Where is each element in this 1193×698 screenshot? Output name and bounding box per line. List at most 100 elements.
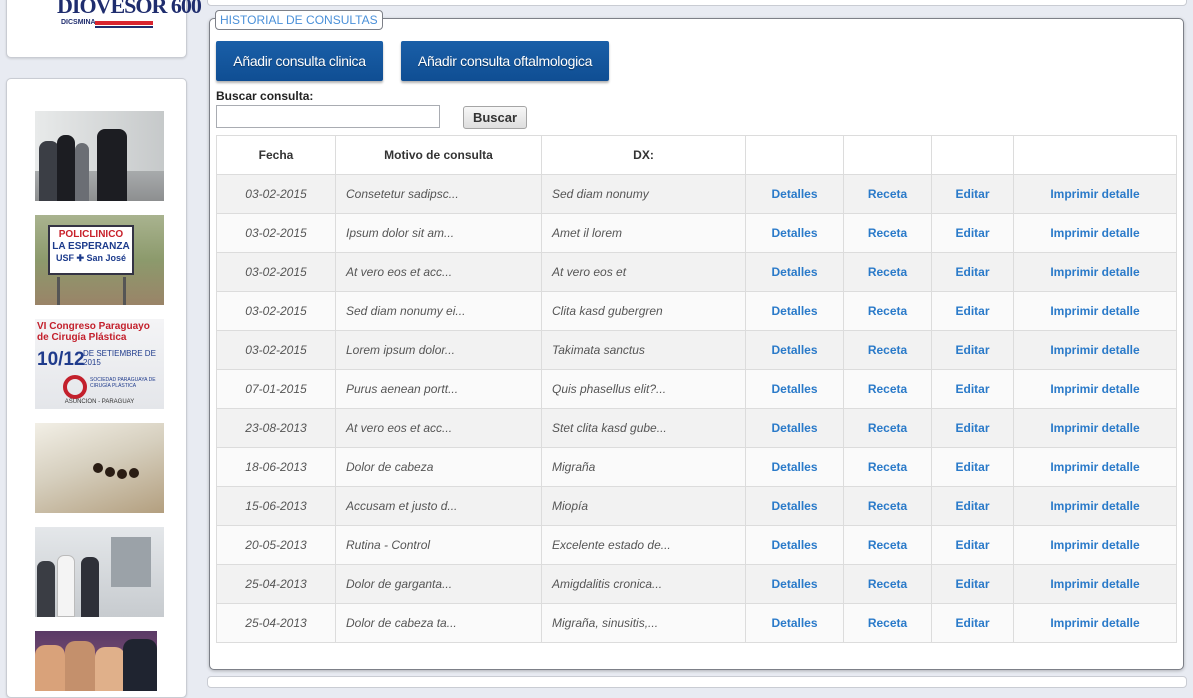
cell-action: Detalles — [745, 330, 844, 370]
photo-needles[interactable] — [35, 423, 164, 513]
cell-dx: Migraña, sinusitis,... — [541, 603, 746, 643]
receta-link[interactable]: Receta — [868, 187, 907, 201]
cell-action: Receta — [843, 213, 932, 253]
cell-fecha: 23-08-2013 — [216, 408, 336, 448]
top-panel-edge — [207, 0, 1187, 6]
editar-link[interactable]: Editar — [955, 499, 989, 513]
editar-link[interactable]: Editar — [955, 382, 989, 396]
cell-motivo: Consetetur sadipsc... — [335, 174, 542, 214]
cell-action: Detalles — [745, 603, 844, 643]
add-clinical-consult-button[interactable]: Añadir consulta clinica — [216, 41, 383, 81]
detalles-link[interactable]: Detalles — [771, 421, 817, 435]
imprimir-detalle-link[interactable]: Imprimir detalle — [1050, 265, 1139, 279]
editar-link[interactable]: Editar — [955, 538, 989, 552]
receta-link[interactable]: Receta — [868, 616, 907, 630]
cell-action: Detalles — [745, 291, 844, 331]
receta-link[interactable]: Receta — [868, 343, 907, 357]
panel-legend: HISTORIAL DE CONSULTAS — [215, 10, 383, 30]
editar-link[interactable]: Editar — [955, 616, 989, 630]
logo-blue-bar — [95, 26, 153, 28]
cell-action: Detalles — [745, 408, 844, 448]
photo-visit[interactable] — [35, 111, 164, 201]
search-label: Buscar consulta: — [216, 89, 314, 103]
brand-logo[interactable]: DIOVESOR 600 DICSMINA — [51, 0, 202, 39]
col-header-fecha: Fecha — [216, 135, 336, 175]
cell-action: Imprimir detalle — [1013, 486, 1177, 526]
receta-link[interactable]: Receta — [868, 304, 907, 318]
cell-action: Editar — [931, 486, 1014, 526]
bottom-panel-edge — [207, 676, 1187, 688]
cell-motivo: Accusam et justo d... — [335, 486, 542, 526]
consultations-table: Fecha Motivo de consulta DX: 03-02-2015 C… — [216, 135, 1177, 643]
imprimir-detalle-link[interactable]: Imprimir detalle — [1050, 538, 1139, 552]
detalles-link[interactable]: Detalles — [771, 226, 817, 240]
imprimir-detalle-link[interactable]: Imprimir detalle — [1050, 382, 1139, 396]
imprimir-detalle-link[interactable]: Imprimir detalle — [1050, 616, 1139, 630]
photo-congreso[interactable]: VI Congreso Paraguayo de Cirugía Plástic… — [35, 319, 164, 409]
table-row: 25-04-2013 Dolor de garganta... Amigdaliti… — [216, 564, 1177, 604]
table-row: 15-06-2013 Accusam et justo d... Miopía Det… — [216, 486, 1177, 526]
photo-policlinico[interactable]: POLICLINICO LA ESPERANZA USF ✚ San José — [35, 215, 164, 305]
cell-dx: Takimata sanctus — [541, 330, 746, 370]
editar-link[interactable]: Editar — [955, 577, 989, 591]
editar-link[interactable]: Editar — [955, 343, 989, 357]
search-input[interactable] — [216, 105, 440, 128]
detalles-link[interactable]: Detalles — [771, 538, 817, 552]
imprimir-detalle-link[interactable]: Imprimir detalle — [1050, 343, 1139, 357]
cell-motivo: Ipsum dolor sit am... — [335, 213, 542, 253]
table-row: 23-08-2013 At vero eos et acc... Stet clit… — [216, 408, 1177, 448]
detalles-link[interactable]: Detalles — [771, 265, 817, 279]
editar-link[interactable]: Editar — [955, 265, 989, 279]
receta-link[interactable]: Receta — [868, 499, 907, 513]
cell-action: Receta — [843, 564, 932, 604]
cell-motivo: Purus aenean portt... — [335, 369, 542, 409]
receta-link[interactable]: Receta — [868, 460, 907, 474]
editar-link[interactable]: Editar — [955, 226, 989, 240]
cell-action: Imprimir detalle — [1013, 213, 1177, 253]
receta-link[interactable]: Receta — [868, 265, 907, 279]
detalles-link[interactable]: Detalles — [771, 187, 817, 201]
photo-xray-room[interactable] — [35, 527, 164, 617]
cell-action: Detalles — [745, 447, 844, 487]
imprimir-detalle-link[interactable]: Imprimir detalle — [1050, 499, 1139, 513]
receta-link[interactable]: Receta — [868, 538, 907, 552]
receta-link[interactable]: Receta — [868, 577, 907, 591]
editar-link[interactable]: Editar — [955, 421, 989, 435]
imprimir-detalle-link[interactable]: Imprimir detalle — [1050, 421, 1139, 435]
receta-link[interactable]: Receta — [868, 421, 907, 435]
detalles-link[interactable]: Detalles — [771, 460, 817, 474]
imprimir-detalle-link[interactable]: Imprimir detalle — [1050, 187, 1139, 201]
receta-link[interactable]: Receta — [868, 382, 907, 396]
imprimir-detalle-link[interactable]: Imprimir detalle — [1050, 460, 1139, 474]
col-header-motivo: Motivo de consulta — [335, 135, 542, 175]
editar-link[interactable]: Editar — [955, 304, 989, 318]
cell-fecha: 25-04-2013 — [216, 564, 336, 604]
cell-motivo: Lorem ipsum dolor... — [335, 330, 542, 370]
detalles-link[interactable]: Detalles — [771, 382, 817, 396]
cell-action: Receta — [843, 603, 932, 643]
photo-group[interactable] — [35, 631, 157, 691]
cell-fecha: 20-05-2013 — [216, 525, 336, 565]
detalles-link[interactable]: Detalles — [771, 616, 817, 630]
cell-dx: Excelente estado de... — [541, 525, 746, 565]
imprimir-detalle-link[interactable]: Imprimir detalle — [1050, 226, 1139, 240]
cell-fecha: 03-02-2015 — [216, 174, 336, 214]
detalles-link[interactable]: Detalles — [771, 343, 817, 357]
cell-motivo: Dolor de cabeza ta... — [335, 603, 542, 643]
imprimir-detalle-link[interactable]: Imprimir detalle — [1050, 577, 1139, 591]
imprimir-detalle-link[interactable]: Imprimir detalle — [1050, 304, 1139, 318]
cell-action: Editar — [931, 564, 1014, 604]
editar-link[interactable]: Editar — [955, 460, 989, 474]
cell-action: Receta — [843, 174, 932, 214]
editar-link[interactable]: Editar — [955, 187, 989, 201]
cell-action: Editar — [931, 369, 1014, 409]
cell-fecha: 03-02-2015 — [216, 252, 336, 292]
detalles-link[interactable]: Detalles — [771, 577, 817, 591]
add-ophthalmo-consult-button[interactable]: Añadir consulta oftalmologica — [401, 41, 609, 81]
receta-link[interactable]: Receta — [868, 226, 907, 240]
search-button[interactable]: Buscar — [463, 106, 527, 129]
detalles-link[interactable]: Detalles — [771, 499, 817, 513]
cell-fecha: 07-01-2015 — [216, 369, 336, 409]
detalles-link[interactable]: Detalles — [771, 304, 817, 318]
cell-action: Receta — [843, 369, 932, 409]
